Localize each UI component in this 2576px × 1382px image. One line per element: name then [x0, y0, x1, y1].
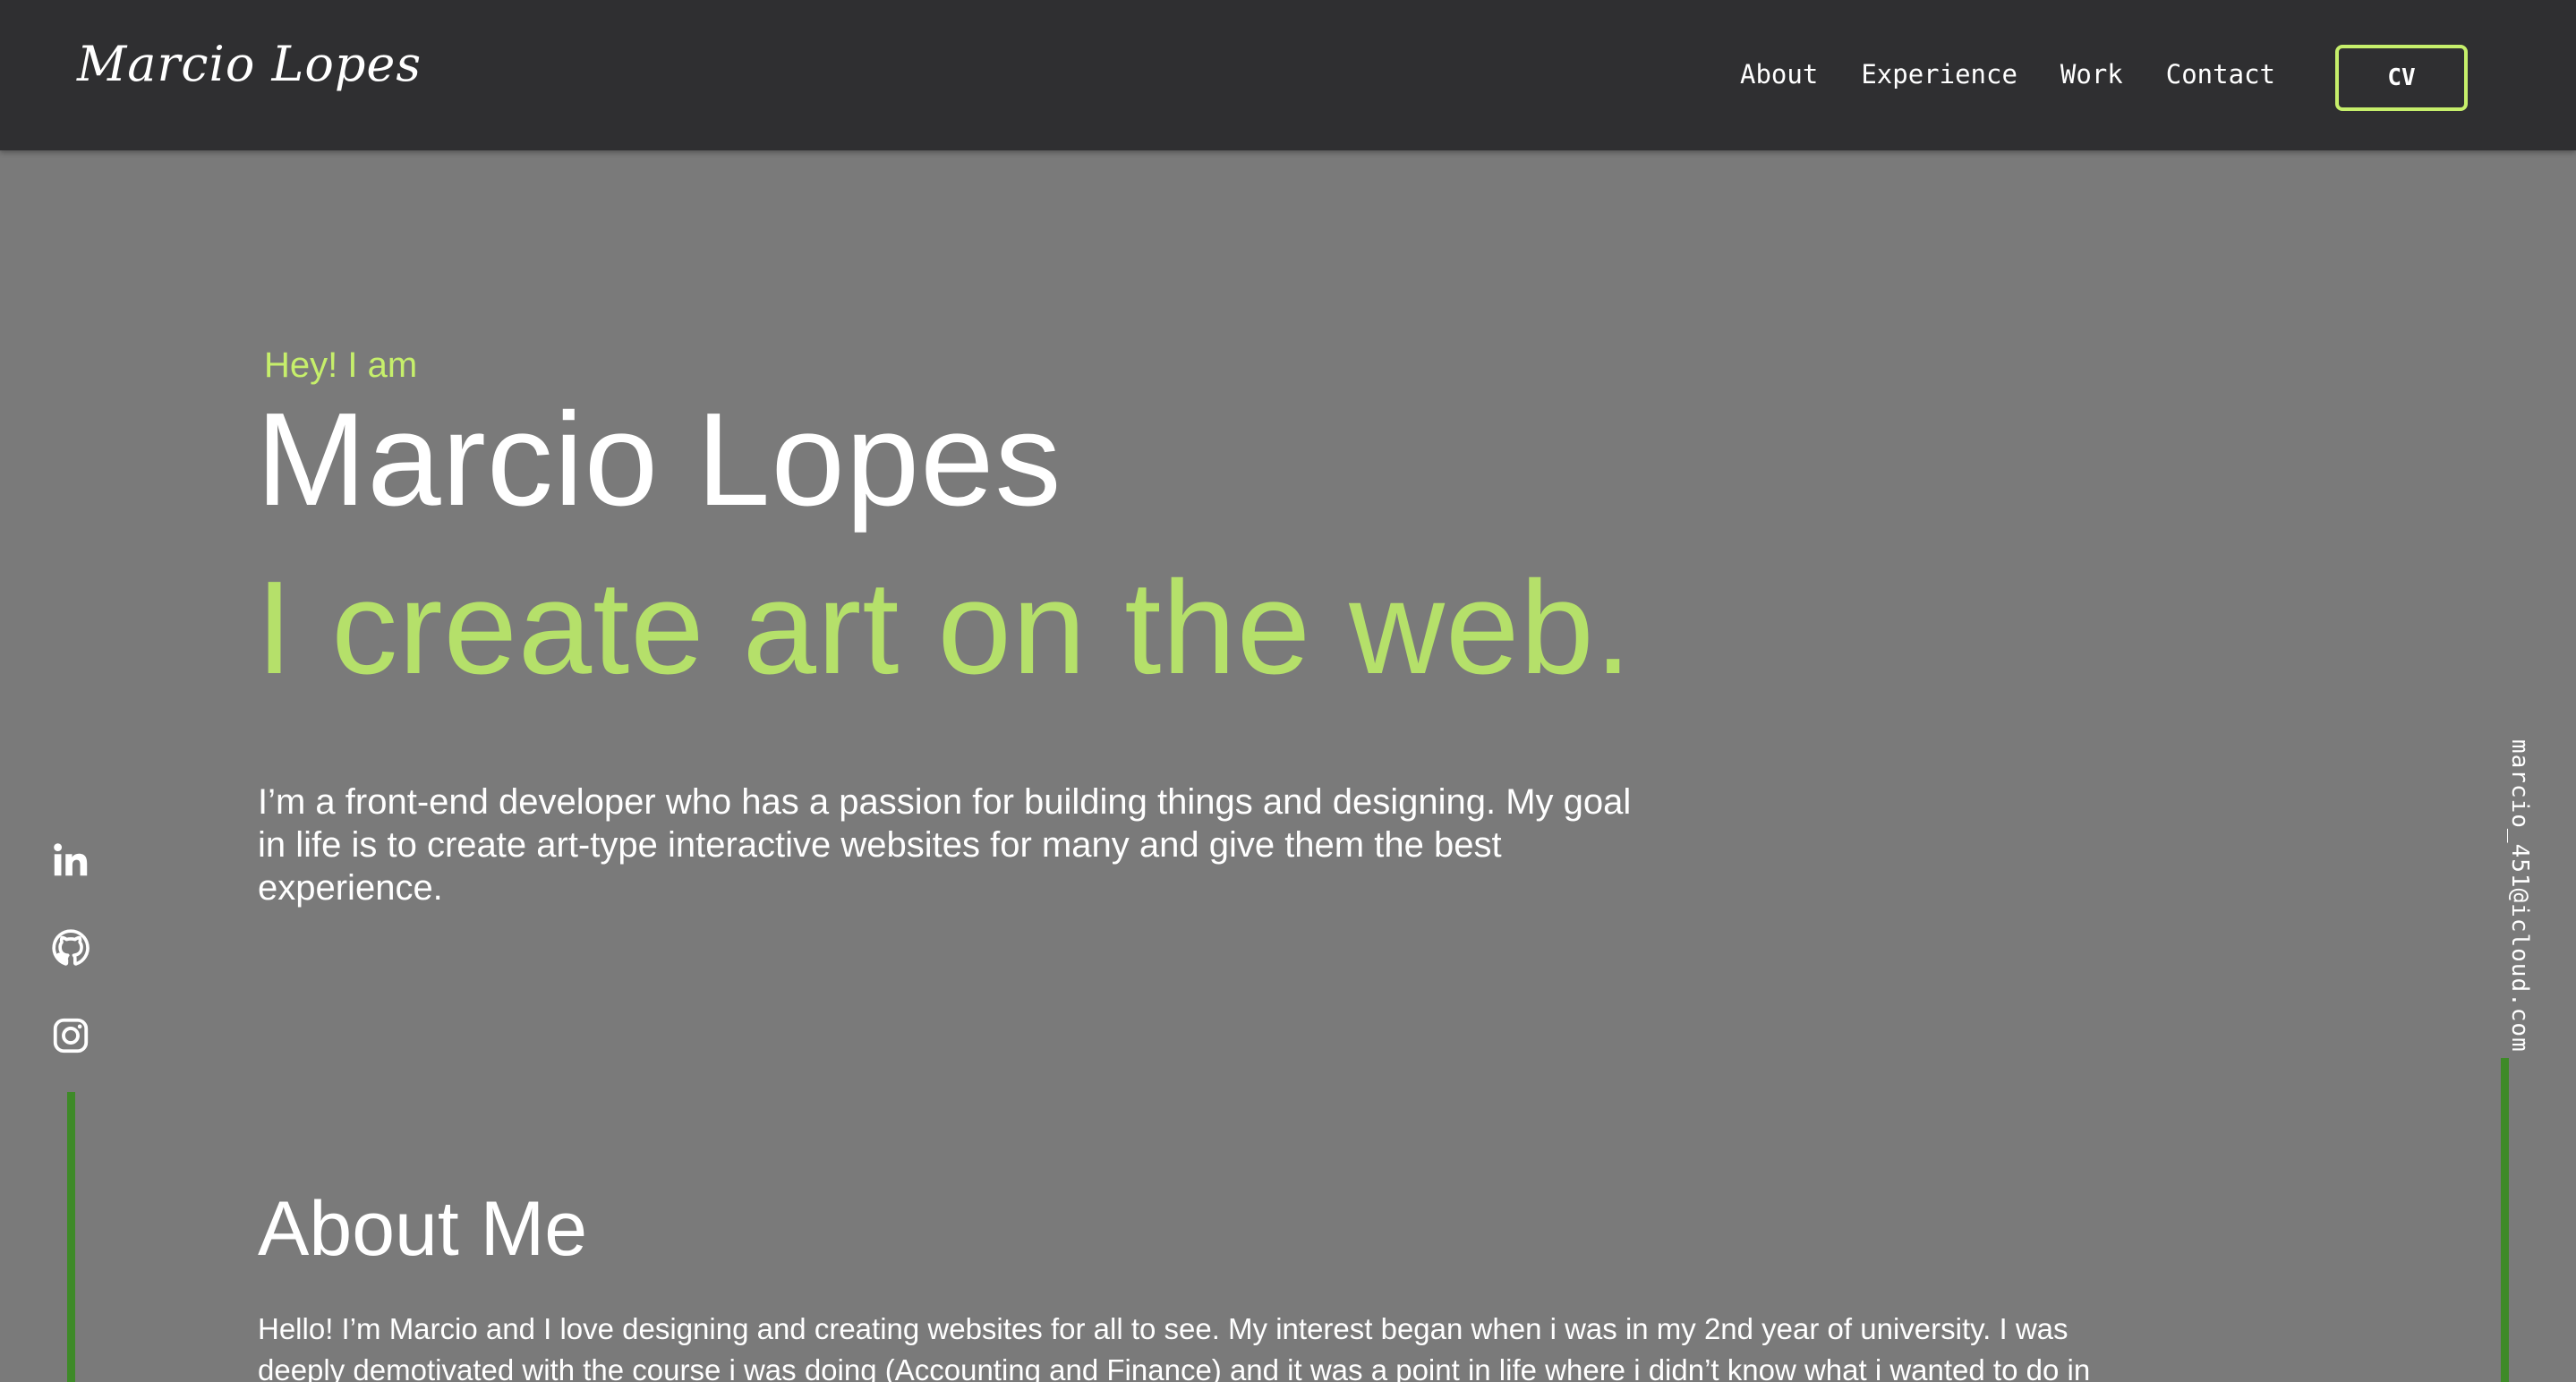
nav-link-about[interactable]: About [1740, 59, 1818, 90]
hero-name: Marcio Lopes [256, 386, 1062, 533]
main-nav: About Experience Work Contact [1740, 59, 2275, 90]
instagram-icon[interactable] [50, 1015, 91, 1056]
site-logo[interactable]: Marcio Lopes [77, 36, 422, 92]
social-links [50, 840, 93, 1103]
nav-link-work[interactable]: Work [2060, 59, 2123, 90]
linkedin-icon[interactable] [50, 840, 91, 881]
hero-intro: I’m a front-end developer who has a pass… [258, 782, 1632, 908]
hero-tagline: I create art on the web. [256, 554, 1633, 702]
top-navigation-bar: Marcio Lopes About Experience Work Conta… [0, 0, 2576, 150]
left-decorative-line [67, 1092, 75, 1382]
right-decorative-line [2501, 1058, 2509, 1382]
about-text: Hello! I’m Marcio and I love designing a… [258, 1312, 2091, 1382]
hero-greeting: Hey! I am [264, 346, 418, 385]
email-link[interactable]: marcio_451@icloud.com [2506, 739, 2533, 1053]
cv-button[interactable]: CV [2335, 45, 2468, 111]
portfolio-page: Marcio Lopes About Experience Work Conta… [0, 0, 2576, 1382]
nav-link-contact[interactable]: Contact [2166, 59, 2275, 90]
about-title: About Me [258, 1186, 588, 1272]
nav-link-experience[interactable]: Experience [1861, 59, 2017, 90]
github-icon[interactable] [50, 927, 91, 968]
